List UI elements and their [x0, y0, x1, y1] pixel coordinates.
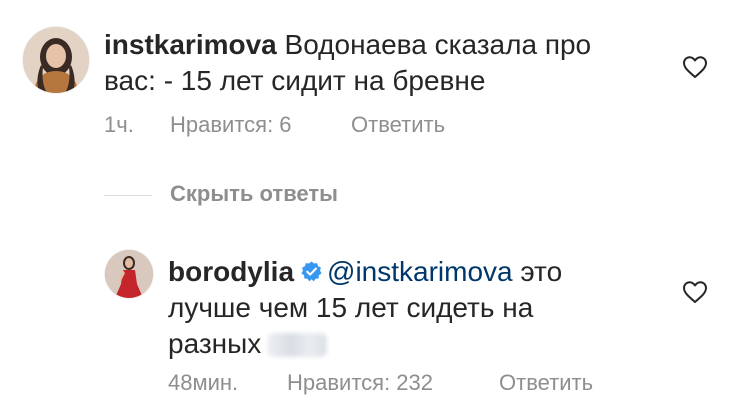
verified-badge-icon [301, 261, 322, 282]
comment-username[interactable]: instkarimova [104, 29, 277, 60]
likes-count-link[interactable]: Нравится: 6 [170, 112, 292, 138]
comment-time: 1ч. [104, 112, 134, 137]
censored-word [267, 333, 328, 357]
reply-button[interactable]: Ответить [351, 112, 445, 138]
heart-icon[interactable] [682, 55, 708, 79]
heart-icon[interactable] [682, 280, 708, 304]
mention-link[interactable]: @instkarimova [327, 256, 513, 287]
comment-text-line-1: Водонаева сказала про [284, 29, 592, 60]
avatar-photo [105, 250, 153, 298]
reply-button[interactable]: Ответить [499, 370, 593, 396]
reply-body: borodylia @instkarimova это лучше чем 15… [168, 254, 648, 362]
reply-username[interactable]: borodylia [168, 256, 294, 287]
avatar-instkarimova[interactable] [23, 27, 89, 93]
reply-time: 48мин. [168, 370, 239, 395]
reply-text-line-3: разных [168, 328, 262, 359]
avatar-borodylia[interactable] [105, 250, 153, 298]
reply-text-line-2: лучше чем 15 лет сидеть на [168, 292, 534, 323]
reply-text-part-1: это [512, 256, 563, 287]
replies-divider-line [104, 195, 152, 196]
avatar-photo [23, 27, 89, 93]
likes-count-link[interactable]: Нравится: 232 [287, 370, 433, 396]
comment-text-line-2: вас: - 15 лет сидит на бревне [104, 65, 486, 96]
hide-replies-button[interactable]: Скрыть ответы [170, 181, 338, 207]
comment-body: instkarimova Водонаева сказала про вас: … [104, 27, 664, 99]
